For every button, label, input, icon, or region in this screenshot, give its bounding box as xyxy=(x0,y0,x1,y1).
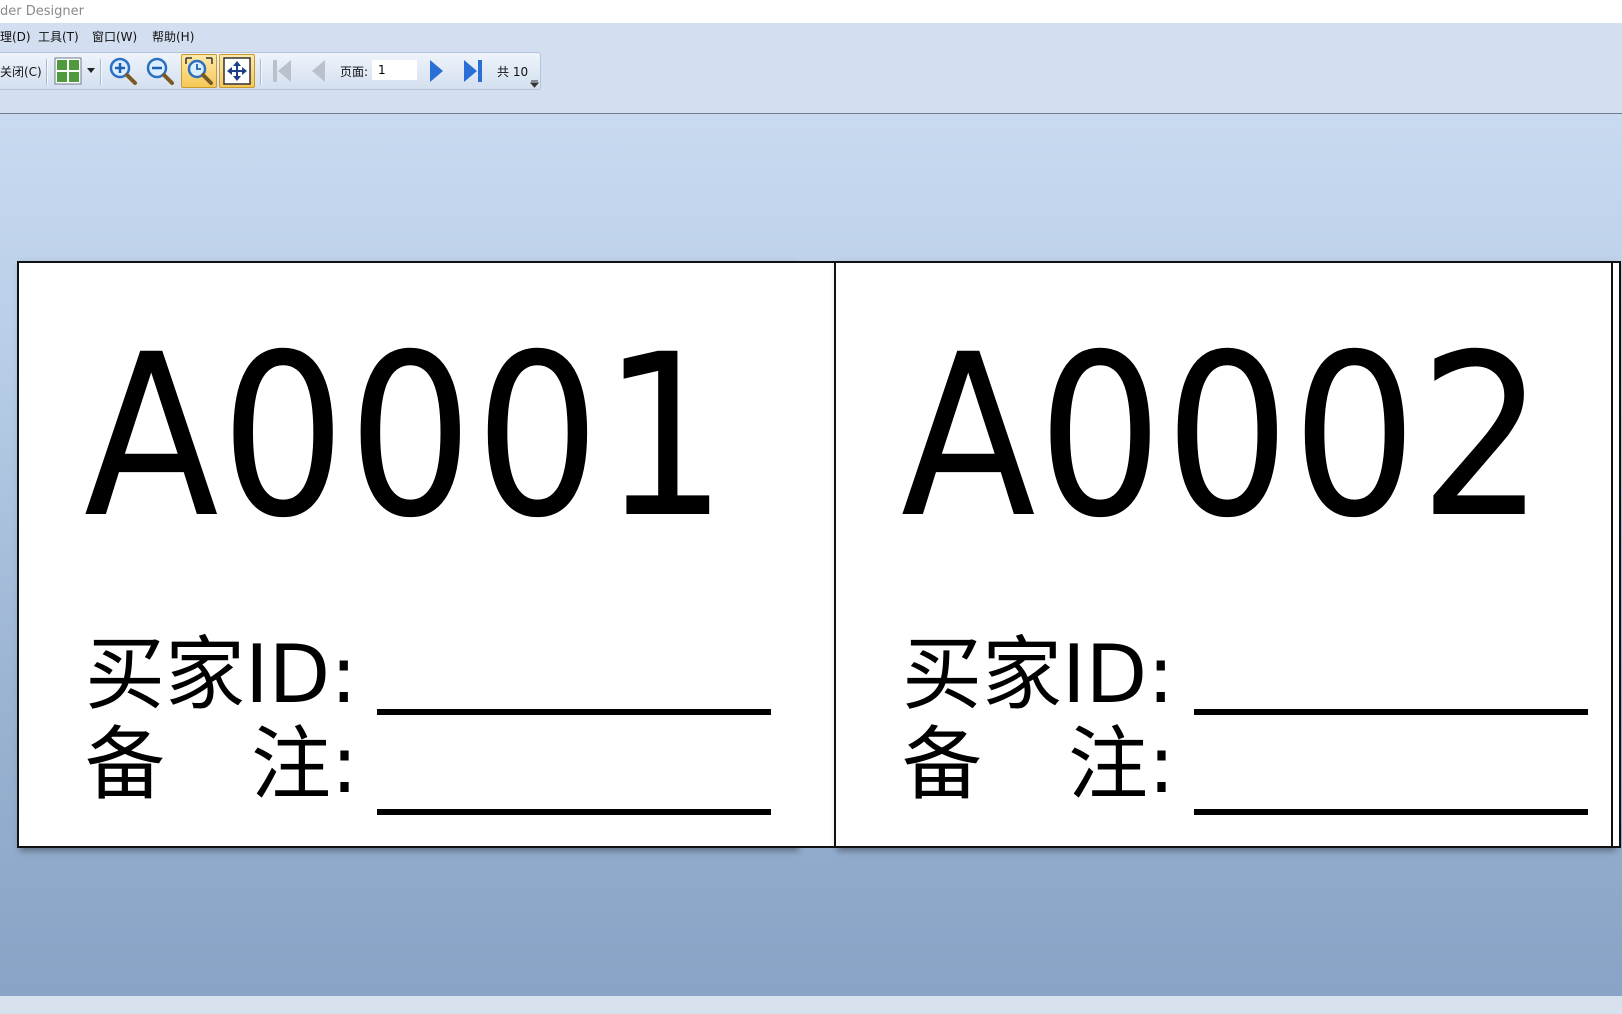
zoom-page-button[interactable] xyxy=(181,54,217,88)
buyer-id-label: 买家ID: xyxy=(85,628,358,721)
next-page-icon xyxy=(430,60,443,82)
remark-label-char-2: 注: xyxy=(1068,718,1175,811)
previous-page-icon xyxy=(312,60,325,82)
toolbar-separator xyxy=(46,59,48,85)
total-pages-text: 共 10 xyxy=(497,64,529,79)
last-page-button[interactable] xyxy=(459,57,487,85)
chevron-down-icon xyxy=(87,68,95,73)
label-card-1: A0001 买家ID: 备 注: xyxy=(17,261,796,848)
window-title: der Designer xyxy=(0,4,84,19)
layout-grid-button[interactable] xyxy=(53,55,83,87)
first-page-icon xyxy=(273,60,291,82)
zoom-in-icon xyxy=(109,57,137,85)
page-label: 页面: xyxy=(340,53,368,89)
toolbar-separator xyxy=(260,59,262,85)
remark-label-char-1: 备 xyxy=(85,718,165,811)
menu-item-tools[interactable]: 工具(T) xyxy=(38,28,79,45)
fit-window-button[interactable] xyxy=(219,54,255,88)
remark-underline xyxy=(1194,809,1588,815)
label-gap xyxy=(794,261,834,848)
remark-label-char-2: 注: xyxy=(251,718,358,811)
zoom-page-icon xyxy=(185,57,213,85)
previous-page-button[interactable] xyxy=(306,57,330,85)
label-card-2: A0002 买家ID: 备 注: xyxy=(834,261,1613,848)
buyer-id-underline xyxy=(1194,709,1588,715)
toolbar-overflow-icon[interactable] xyxy=(530,79,539,88)
title-bar: der Designer xyxy=(0,0,1622,23)
layout-dropdown-arrow[interactable] xyxy=(86,63,96,79)
zoom-out-icon xyxy=(146,57,174,85)
status-bar xyxy=(0,996,1622,1014)
last-page-icon xyxy=(464,60,482,82)
menu-item-manage[interactable]: 理(D) xyxy=(0,28,31,45)
fit-window-icon xyxy=(223,57,251,85)
layout-grid-icon xyxy=(54,57,82,85)
menu-item-window[interactable]: 窗口(W) xyxy=(92,28,137,45)
remark-underline xyxy=(377,809,771,815)
buyer-id-label: 买家ID: xyxy=(902,628,1175,721)
page-label-text: 页面: xyxy=(340,64,369,79)
page-number-input[interactable] xyxy=(372,60,417,80)
zoom-out-button[interactable] xyxy=(143,55,177,87)
toolbar-separator xyxy=(100,59,102,85)
preview-toolbar: 关闭(C) 页面: 1 共 10 xyxy=(0,52,541,90)
menu-bar: 理(D) 工具(T) 窗口(W) 帮助(H) xyxy=(0,23,1622,47)
remark-label-char-1: 备 xyxy=(902,718,982,811)
label-code: A0001 xyxy=(83,306,730,567)
label-edge-strip xyxy=(1613,261,1621,848)
total-pages-label: 共 10 xyxy=(497,53,528,89)
close-button-label: 关闭(C) xyxy=(0,64,42,79)
next-page-button[interactable] xyxy=(425,57,449,85)
buyer-id-underline xyxy=(377,709,771,715)
zoom-in-button[interactable] xyxy=(106,55,140,87)
first-page-button[interactable] xyxy=(268,57,296,85)
label-code: A0002 xyxy=(900,306,1547,567)
close-button[interactable]: 关闭(C) xyxy=(0,53,42,89)
menu-item-help[interactable]: 帮助(H) xyxy=(152,28,194,45)
